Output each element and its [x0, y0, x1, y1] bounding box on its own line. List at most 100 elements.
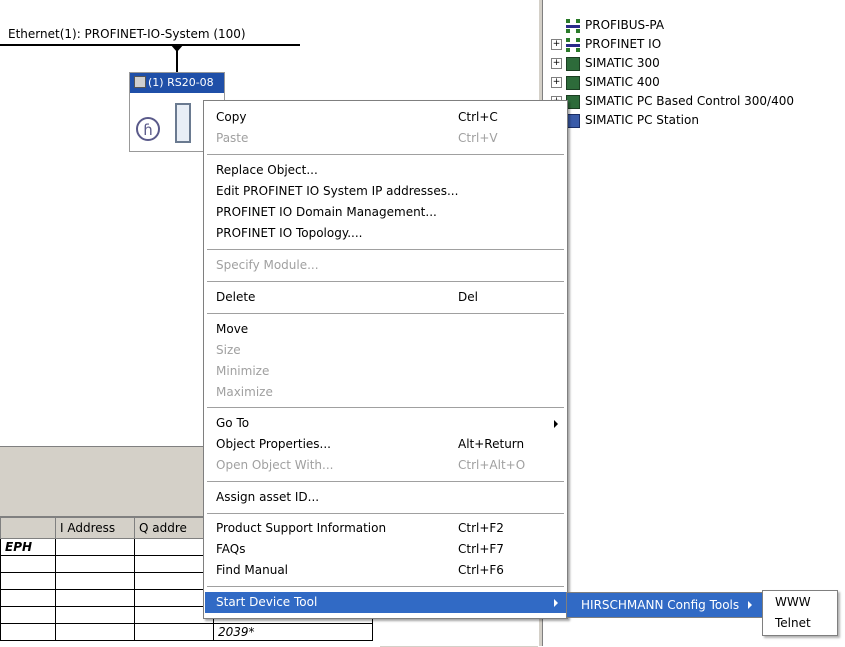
menu-item-edit-ip-addresses[interactable]: Edit PROFINET IO System IP addresses... — [205, 181, 566, 202]
menu-item-telnet[interactable]: Telnet — [763, 613, 837, 634]
menu-shortcut: Ctrl+C — [458, 110, 498, 124]
hirschmann-logo-icon: ɦ — [136, 117, 160, 141]
menu-label: Go To — [216, 416, 250, 430]
context-menu: Copy Ctrl+C Paste Ctrl+V Replace Object...… — [203, 100, 568, 619]
table-cell[interactable]: EPH — [0, 538, 56, 556]
tree-item-profinet-io[interactable]: + PROFINET IO — [551, 35, 661, 54]
bus-icon — [566, 37, 580, 52]
menu-item-find-manual[interactable]: Find Manual Ctrl+F6 — [205, 560, 566, 581]
tree-item-simatic-300[interactable]: + SIMATIC 300 — [551, 54, 660, 73]
table-cell[interactable] — [0, 555, 56, 573]
menu-label: PROFINET IO Topology.... — [216, 226, 363, 240]
tree-item-profibus-pa[interactable]: PROFIBUS-PA — [551, 16, 664, 35]
menu-item-faqs[interactable]: FAQs Ctrl+F7 — [205, 539, 566, 560]
menu-label: Paste — [216, 131, 249, 145]
device-title: (1) RS20-08 — [148, 76, 214, 89]
menu-label: HIRSCHMANN Config Tools — [581, 598, 740, 612]
menu-label: Assign asset ID... — [216, 490, 320, 504]
expand-icon[interactable]: + — [551, 58, 562, 69]
tree-item-label: SIMATIC 400 — [585, 75, 660, 89]
table-cell[interactable] — [55, 589, 135, 607]
menu-label: Start Device Tool — [216, 595, 318, 609]
menu-separator — [207, 313, 564, 314]
table-cell[interactable] — [55, 538, 135, 556]
submenu-arrow-icon — [554, 599, 558, 607]
tree-item-label: SIMATIC PC Based Control 300/400 — [585, 94, 794, 108]
menu-label: FAQs — [216, 542, 246, 556]
menu-item-size: Size — [205, 340, 566, 361]
device-slot-icon — [175, 103, 191, 143]
menu-shortcut: Del — [458, 290, 478, 304]
menu-label: Open Object With... — [216, 458, 334, 472]
rack-icon — [566, 75, 580, 90]
menu-label: Minimize — [216, 364, 270, 378]
menu-item-domain-management[interactable]: PROFINET IO Domain Management... — [205, 202, 566, 223]
table-cell[interactable] — [134, 606, 214, 624]
submenu-arrow-icon — [748, 601, 752, 609]
device-title-bar[interactable]: (1) RS20-08 — [130, 73, 224, 93]
menu-label: Edit PROFINET IO System IP addresses... — [216, 184, 459, 198]
menu-label: Move — [216, 322, 249, 336]
device-icon — [134, 76, 146, 88]
hardware-catalog-tree[interactable]: PROFIBUS-PA + PROFINET IO + SIMATIC 300 + S… — [543, 0, 845, 646]
expand-icon[interactable]: + — [551, 77, 562, 88]
table-cell[interactable]: 2039* — [213, 623, 373, 641]
menu-label: Find Manual — [216, 563, 289, 577]
menu-item-object-properties[interactable]: Object Properties... Alt+Return — [205, 434, 566, 455]
tree-item-simatic-pc-station[interactable]: SIMATIC PC Station — [551, 111, 699, 130]
table-cell[interactable] — [0, 606, 56, 624]
table-cell[interactable] — [55, 572, 135, 590]
tree-item-simatic-400[interactable]: + SIMATIC 400 — [551, 73, 660, 92]
menu-item-start-device-tool[interactable]: Start Device Tool — [205, 592, 566, 613]
table-cell[interactable] — [0, 623, 56, 641]
bus-label[interactable]: Ethernet(1): PROFINET-IO-System (100) — [8, 27, 246, 41]
menu-item-specify-module: Specify Module... — [205, 255, 566, 276]
menu-separator — [207, 154, 564, 155]
table-cell[interactable] — [0, 572, 56, 590]
table-cell[interactable] — [55, 623, 135, 641]
menu-item-product-support[interactable]: Product Support Information Ctrl+F2 — [205, 518, 566, 539]
column-header-i-address[interactable]: I Address — [55, 517, 135, 539]
tree-item-label: SIMATIC 300 — [585, 56, 660, 70]
menu-item-delete[interactable]: Delete Del — [205, 287, 566, 308]
bus-icon — [566, 18, 580, 33]
submenu-hirschmann-tools: WWW Telnet — [762, 590, 838, 636]
menu-separator — [207, 407, 564, 408]
rack-icon — [566, 94, 580, 109]
table-cell[interactable] — [134, 538, 214, 556]
menu-shortcut: Ctrl+F6 — [458, 563, 504, 577]
table-cell[interactable] — [55, 606, 135, 624]
menu-item-replace-object[interactable]: Replace Object... — [205, 160, 566, 181]
column-header-q-address[interactable]: Q addre — [134, 517, 214, 539]
menu-separator — [207, 513, 564, 514]
table-row[interactable]: 2039* — [0, 623, 373, 641]
menu-item-minimize: Minimize — [205, 361, 566, 382]
menu-item-move[interactable]: Move — [205, 319, 566, 340]
bus-drop-line — [176, 46, 178, 72]
menu-item-assign-asset-id[interactable]: Assign asset ID... — [205, 487, 566, 508]
menu-item-www[interactable]: WWW — [763, 592, 837, 613]
table-cell[interactable] — [134, 572, 214, 590]
expand-icon[interactable]: + — [551, 39, 562, 50]
menu-shortcut: Ctrl+F7 — [458, 542, 504, 556]
table-cell[interactable] — [55, 555, 135, 573]
menu-label: Specify Module... — [216, 258, 319, 272]
table-cell[interactable] — [134, 589, 214, 607]
table-cell[interactable] — [134, 555, 214, 573]
table-cell[interactable] — [134, 623, 214, 641]
menu-item-go-to[interactable]: Go To — [205, 413, 566, 434]
menu-item-topology[interactable]: PROFINET IO Topology.... — [205, 223, 566, 244]
menu-item-open-object-with: Open Object With... Ctrl+Alt+O — [205, 455, 566, 476]
tree-item-simatic-pc-based[interactable]: +SIMATIC PC Based Control 300/400 — [551, 92, 794, 111]
menu-label: Replace Object... — [216, 163, 318, 177]
ethernet-bus-line[interactable] — [0, 44, 300, 46]
menu-label: Size — [216, 343, 241, 357]
tree-expander — [551, 20, 562, 31]
column-header[interactable] — [0, 517, 56, 539]
table-cell[interactable] — [0, 589, 56, 607]
menu-label: Product Support Information — [216, 521, 387, 535]
submenu-item-hirschmann-config-tools[interactable]: HIRSCHMANN Config Tools — [566, 592, 763, 618]
menu-item-copy[interactable]: Copy Ctrl+C — [205, 107, 566, 128]
menu-separator — [207, 586, 564, 587]
menu-label: PROFINET IO Domain Management... — [216, 205, 437, 219]
